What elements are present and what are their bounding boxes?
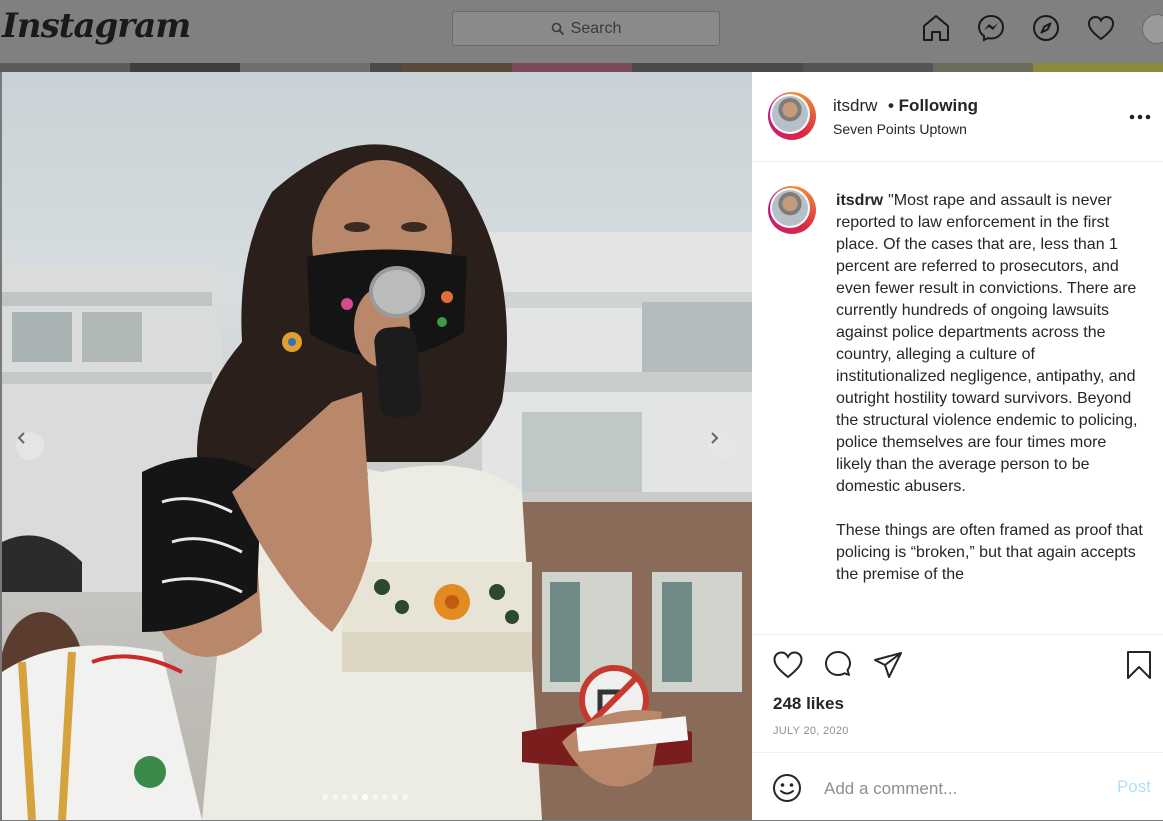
comment-input[interactable]	[822, 775, 1096, 803]
carousel-dot	[402, 794, 408, 800]
save-bookmark-icon[interactable]	[1123, 649, 1155, 681]
messenger-icon[interactable]	[976, 13, 1006, 43]
more-horizontal-icon[interactable]	[1129, 114, 1151, 120]
post-photo[interactable]	[2, 72, 752, 820]
activity-heart-icon[interactable]	[1086, 13, 1116, 43]
share-icon[interactable]	[872, 649, 904, 681]
author-username[interactable]: itsdrw	[833, 96, 877, 116]
post-photo-illustration	[2, 144, 752, 820]
carousel-indicator	[322, 794, 408, 800]
carousel-dot	[332, 794, 338, 800]
post-detail-panel: itsdrw • Following Seven Points Uptown i…	[752, 72, 1163, 820]
likes-count[interactable]: 248 likes	[773, 694, 844, 714]
author-avatar[interactable]	[768, 92, 816, 140]
carousel-dot	[362, 794, 368, 800]
top-navigation-bar: Instagram Search	[0, 0, 1163, 63]
caption-author-avatar[interactable]	[768, 186, 816, 234]
caption-paragraph-1: "Most rape and assault is never reported…	[836, 192, 1138, 495]
post-comment-button[interactable]: Post	[1117, 777, 1151, 797]
feed-thumbnail-strip	[0, 63, 1163, 72]
carousel-dot	[322, 794, 328, 800]
caption-username[interactable]: itsdrw	[836, 192, 883, 209]
search-icon	[551, 22, 564, 35]
following-status[interactable]: • Following	[888, 96, 978, 116]
chevron-left-icon	[17, 432, 25, 444]
home-icon[interactable]	[921, 13, 951, 43]
explore-icon[interactable]	[1031, 13, 1061, 43]
chevron-right-icon	[711, 432, 719, 444]
profile-avatar[interactable]	[1142, 14, 1163, 44]
search-input[interactable]: Search	[452, 11, 720, 46]
carousel-prev-button[interactable]	[16, 432, 44, 460]
carousel-dot	[352, 794, 358, 800]
emoji-icon[interactable]	[772, 773, 802, 803]
post-actions: 248 likes JULY 20, 2020	[752, 634, 1163, 753]
search-placeholder: Search	[570, 19, 622, 37]
carousel-dot	[372, 794, 378, 800]
carousel-dot	[392, 794, 398, 800]
carousel-dot	[342, 794, 348, 800]
carousel-next-button[interactable]	[708, 432, 736, 460]
caption-area[interactable]: itsdrw "Most rape and assault is never re…	[752, 162, 1163, 634]
instagram-logo[interactable]: Instagram	[2, 6, 191, 46]
comment-icon[interactable]	[822, 649, 854, 681]
caption-paragraph-2: These things are often framed as proof t…	[836, 522, 1143, 583]
comment-bar: Post	[752, 752, 1163, 821]
post-location[interactable]: Seven Points Uptown	[833, 121, 967, 137]
like-heart-icon[interactable]	[772, 649, 804, 681]
post-header: itsdrw • Following Seven Points Uptown	[752, 72, 1163, 162]
carousel-dot	[382, 794, 388, 800]
post-date[interactable]: JULY 20, 2020	[773, 725, 849, 737]
caption-text: itsdrw "Most rape and assault is never re…	[836, 190, 1146, 608]
